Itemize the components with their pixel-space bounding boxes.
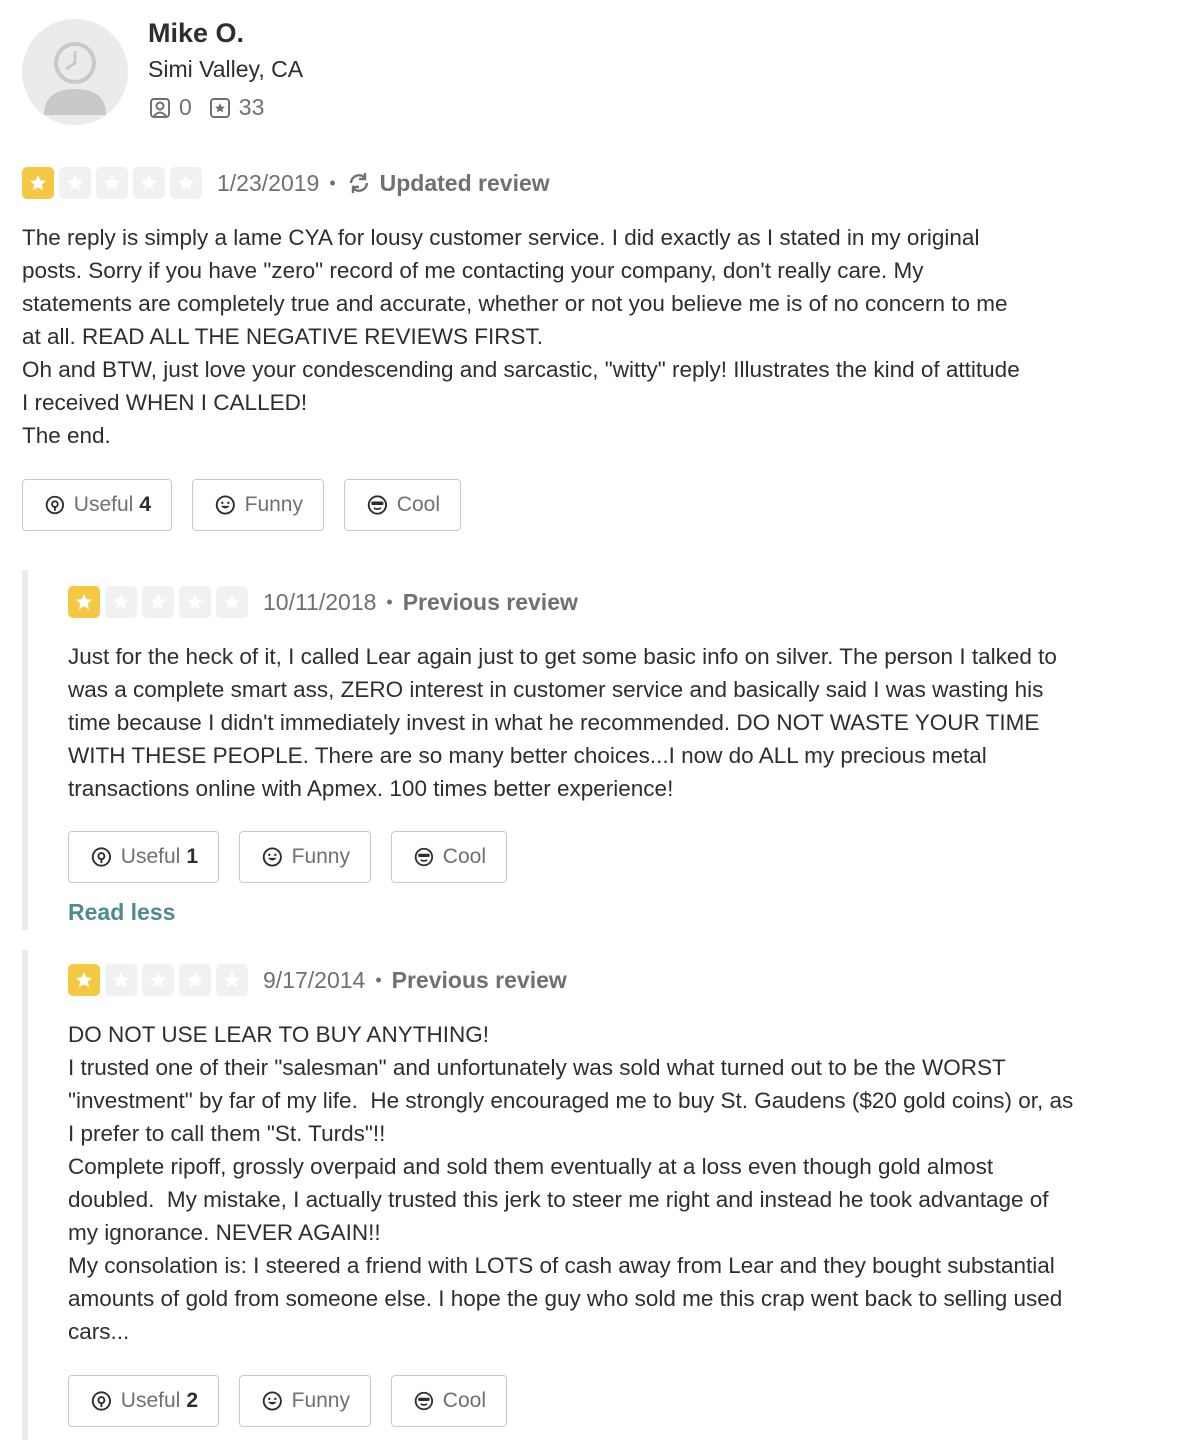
avatar[interactable] xyxy=(22,19,128,125)
star-rating xyxy=(68,586,253,618)
review-date: 10/11/2018 xyxy=(263,588,377,615)
star-icon xyxy=(170,167,202,199)
star-icon xyxy=(105,586,137,618)
friends-icon xyxy=(150,97,170,118)
useful-count: 4 xyxy=(139,493,151,516)
refresh-icon xyxy=(349,173,368,193)
funny-icon xyxy=(262,1391,282,1411)
vote-buttons: Useful 1 Funny Cool xyxy=(68,831,527,883)
funny-button[interactable]: Funny xyxy=(239,831,371,883)
review-status-label: Previous review xyxy=(391,966,567,993)
funny-button[interactable]: Funny xyxy=(192,479,324,531)
review-text: DO NOT USE LEAR TO BUY ANYTHING! I trust… xyxy=(68,1022,1074,1344)
review-text: Just for the heck of it, I called Lear a… xyxy=(68,644,1057,801)
default-avatar-icon xyxy=(44,42,106,115)
star-icon xyxy=(216,964,248,996)
reviews-stat: 33 xyxy=(208,94,265,121)
useful-label: Useful xyxy=(120,1389,181,1412)
user-stats: 0 33 xyxy=(148,94,280,121)
star-icon xyxy=(142,586,174,618)
star-icon xyxy=(142,964,174,996)
useful-button[interactable]: Useful 2 xyxy=(68,1375,219,1427)
star-icon xyxy=(96,167,128,199)
star-icon xyxy=(68,964,100,996)
useful-count: 1 xyxy=(186,845,198,868)
review-status-label: Previous review xyxy=(402,588,578,615)
separator-dot: • xyxy=(375,969,382,990)
cool-label: Cool xyxy=(442,845,486,868)
funny-label: Funny xyxy=(291,845,350,868)
reviews-count: 33 xyxy=(238,94,265,120)
cool-button[interactable]: Cool xyxy=(391,1375,507,1427)
previous-review-bar xyxy=(22,950,28,1440)
user-location: Simi Valley, CA xyxy=(148,56,304,82)
star-icon xyxy=(105,964,137,996)
star-icon xyxy=(22,167,54,199)
review-text: The reply is simply a lame CYA for lousy… xyxy=(22,225,1020,448)
cool-label: Cool xyxy=(442,1389,486,1412)
star-icon xyxy=(179,586,211,618)
funny-icon xyxy=(262,847,282,867)
star-icon xyxy=(179,964,211,996)
useful-label: Useful xyxy=(120,845,181,868)
vote-buttons: Useful 4 Funny Cool xyxy=(22,479,481,531)
funny-label: Funny xyxy=(291,1389,350,1412)
separator-dot: • xyxy=(386,591,393,612)
rating-row: 1/23/2019 • Updated review xyxy=(22,167,550,199)
useful-button[interactable]: Useful 4 xyxy=(22,479,172,531)
review-star-icon xyxy=(209,97,230,118)
user-name[interactable]: Mike O. xyxy=(148,18,244,49)
separator-dot: • xyxy=(329,172,336,193)
star-icon xyxy=(133,167,165,199)
funny-label: Funny xyxy=(244,493,303,516)
cool-icon xyxy=(414,1391,434,1411)
funny-button[interactable]: Funny xyxy=(239,1375,371,1427)
cool-button[interactable]: Cool xyxy=(391,831,507,883)
useful-count: 2 xyxy=(186,1389,198,1412)
review-status: Updated review xyxy=(346,170,550,197)
previous-review-bar xyxy=(22,570,28,930)
rating-row: 10/11/2018 • Previous review xyxy=(68,586,578,618)
useful-button[interactable]: Useful 1 xyxy=(68,831,219,883)
cool-icon xyxy=(414,847,434,867)
cool-icon xyxy=(367,495,388,515)
funny-icon xyxy=(215,495,235,515)
star-icon xyxy=(59,167,91,199)
useful-label: Useful xyxy=(73,493,134,516)
review-date: 9/17/2014 xyxy=(263,966,366,993)
star-icon xyxy=(68,586,100,618)
friends-count: 0 xyxy=(179,94,192,120)
star-icon xyxy=(216,586,248,618)
cool-button[interactable]: Cool xyxy=(344,479,461,531)
rating-row: 9/17/2014 • Previous review xyxy=(68,964,567,996)
friends-stat: 0 xyxy=(148,94,192,121)
vote-buttons: Useful 2 Funny Cool xyxy=(68,1375,527,1427)
star-rating xyxy=(22,167,207,199)
star-rating xyxy=(68,964,253,996)
useful-icon xyxy=(91,847,112,867)
useful-icon xyxy=(91,1391,112,1411)
review-status-label: Updated review xyxy=(379,169,550,196)
useful-icon xyxy=(45,495,65,515)
review-date: 1/23/2019 xyxy=(217,169,320,196)
cool-label: Cool xyxy=(396,493,440,516)
read-less-link[interactable]: Read less xyxy=(68,899,175,926)
